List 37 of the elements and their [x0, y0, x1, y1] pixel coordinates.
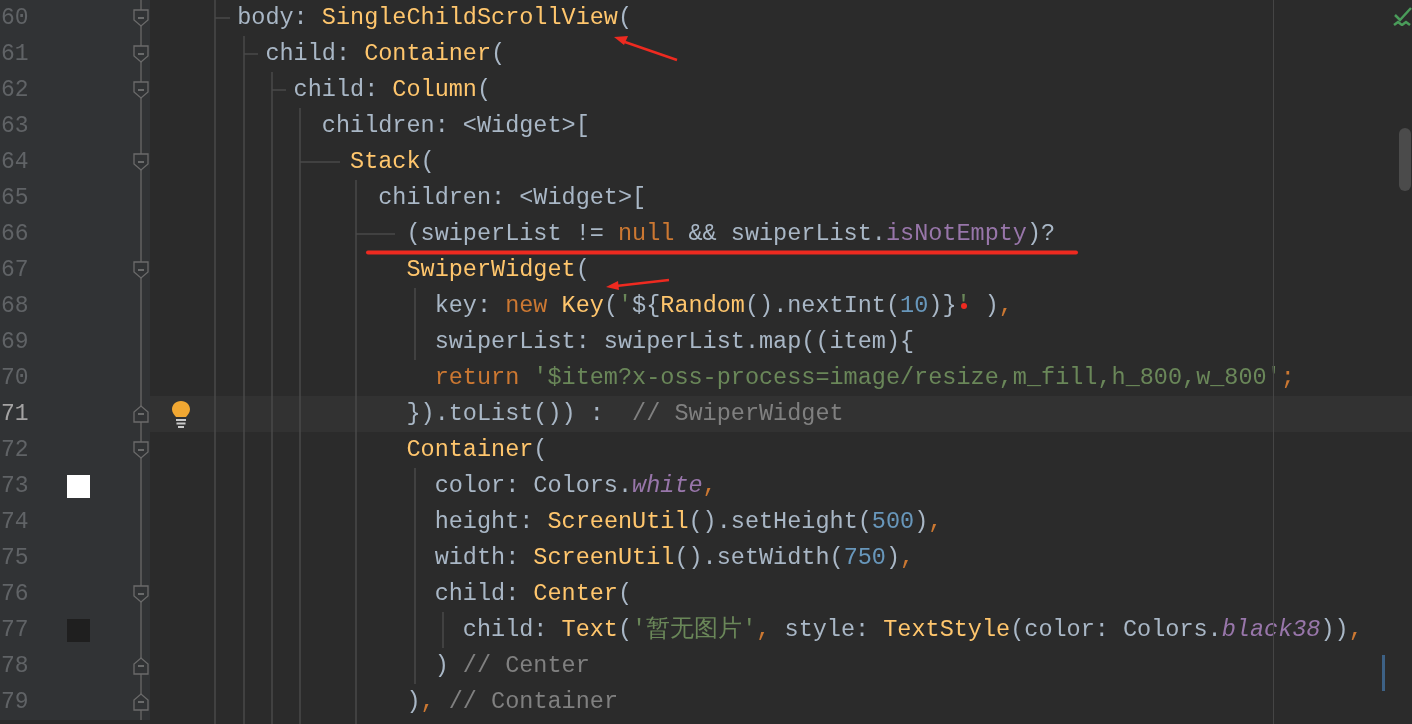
fold-marker-icon[interactable]: [133, 9, 149, 27]
code-line: ) // Center: [433, 654, 590, 678]
fold-marker-icon[interactable]: [133, 261, 149, 279]
code-line: SwiperWidget(: [405, 258, 590, 282]
code-line: child: Column(: [292, 78, 492, 102]
lightbulb-icon[interactable]: [170, 400, 192, 428]
fold-marker-icon[interactable]: [133, 81, 149, 99]
code-line: children: <Widget>[: [377, 186, 647, 210]
fold-marker-icon[interactable]: [133, 153, 149, 171]
fold-marker-icon[interactable]: [133, 45, 149, 63]
code-line: return '$item?x-oss-process=image/resize,m_fill,h_800,w_800';: [433, 366, 1295, 390]
code-line: height: ScreenUtil().setHeight(500),: [433, 510, 943, 534]
code-line: width: ScreenUtil().setWidth(750),: [433, 546, 915, 570]
code-line: child: Container(: [264, 42, 506, 66]
fold-marker-icon[interactable]: [133, 585, 149, 603]
fold-end-marker-icon[interactable]: [133, 693, 149, 711]
check-icon: [1393, 6, 1412, 26]
code-line: body: SingleChildScrollView(: [236, 6, 633, 30]
change-marker: [1382, 655, 1385, 691]
line-number: 71: [1, 402, 29, 426]
fold-marker-icon[interactable]: [133, 441, 149, 459]
code-line: child: Center(: [433, 582, 633, 606]
code-line: ), // Container: [405, 690, 618, 714]
code-line: (swiperList != null && swiperList.isNotEmpty)?: [405, 222, 1056, 246]
code-line: child: Text('暂无图片', style: TextStyle(color: Colors.black38)),: [461, 618, 1363, 642]
code-line: Container(: [405, 438, 548, 462]
top-arrow-annotation: [612, 34, 680, 64]
code-line: color: Colors.white,: [433, 474, 717, 498]
fold-end-marker-icon[interactable]: [133, 657, 149, 675]
code-line: Stack(: [349, 150, 435, 174]
scrollbar-thumb[interactable]: [1399, 128, 1411, 191]
code-line: }).toList()) : // SwiperWidget: [405, 402, 844, 426]
code-line: children: <Widget>[: [320, 114, 590, 138]
code-line: swiperList: swiperList.map((item){: [433, 330, 915, 354]
fold-end-marker-icon[interactable]: [133, 405, 149, 423]
code-line: key: new Key('${Random().nextInt(10)}' ),: [433, 294, 1013, 318]
middle-arrow-annotation: [604, 276, 672, 292]
